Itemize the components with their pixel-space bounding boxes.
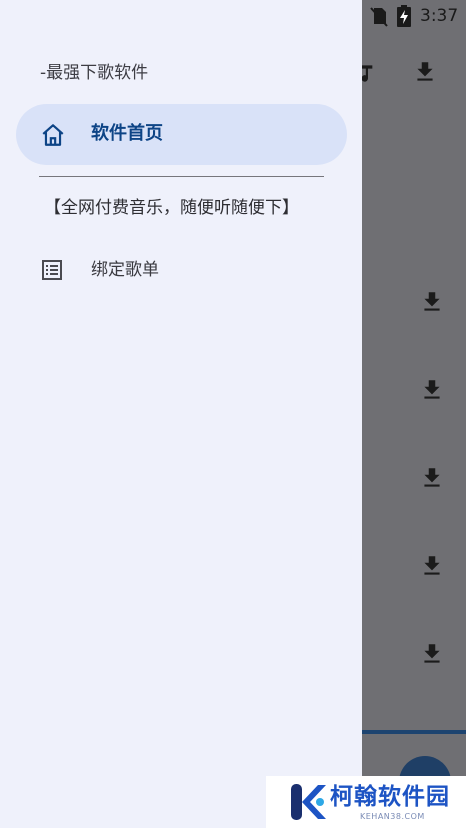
watermark-subtitle: KEHAN38.COM [360,812,425,821]
drawer-item-home-label: 软件首页 [91,123,163,144]
download-icon[interactable] [419,289,445,315]
home-icon [42,124,64,146]
download-icon[interactable] [412,59,438,85]
drawer-item-bind-playlist[interactable]: 绑定歌单 [16,240,347,301]
download-icon[interactable] [419,553,445,579]
no-sim-icon [370,7,388,27]
drawer-subtitle: -最强下歌软件 [40,63,149,83]
drawer-item-bind-playlist-label: 绑定歌单 [91,260,159,280]
drawer-promo-text: 【全网付费音乐，随便听随便下】 [44,198,299,218]
watermark: 柯翰软件园 KEHAN38.COM [266,776,466,828]
download-icon[interactable] [419,465,445,491]
download-icon[interactable] [419,377,445,403]
download-icon[interactable] [419,641,445,667]
player-bar-divider [362,730,466,734]
screen: 3:37 -最强下歌软件 软件首页 【全网付费音乐，随便听随便下】 绑定歌单 柯… [0,0,466,828]
kehan-logo-icon [291,784,326,820]
drawer-divider [39,176,324,177]
status-time: 3:37 [420,6,459,26]
navigation-drawer: -最强下歌软件 软件首页 【全网付费音乐，随便听随便下】 绑定歌单 [0,0,362,828]
battery-charging-icon [397,5,411,27]
list-icon [42,260,62,280]
watermark-title: 柯翰软件园 [330,784,450,810]
drawer-item-home[interactable]: 软件首页 [16,104,347,165]
